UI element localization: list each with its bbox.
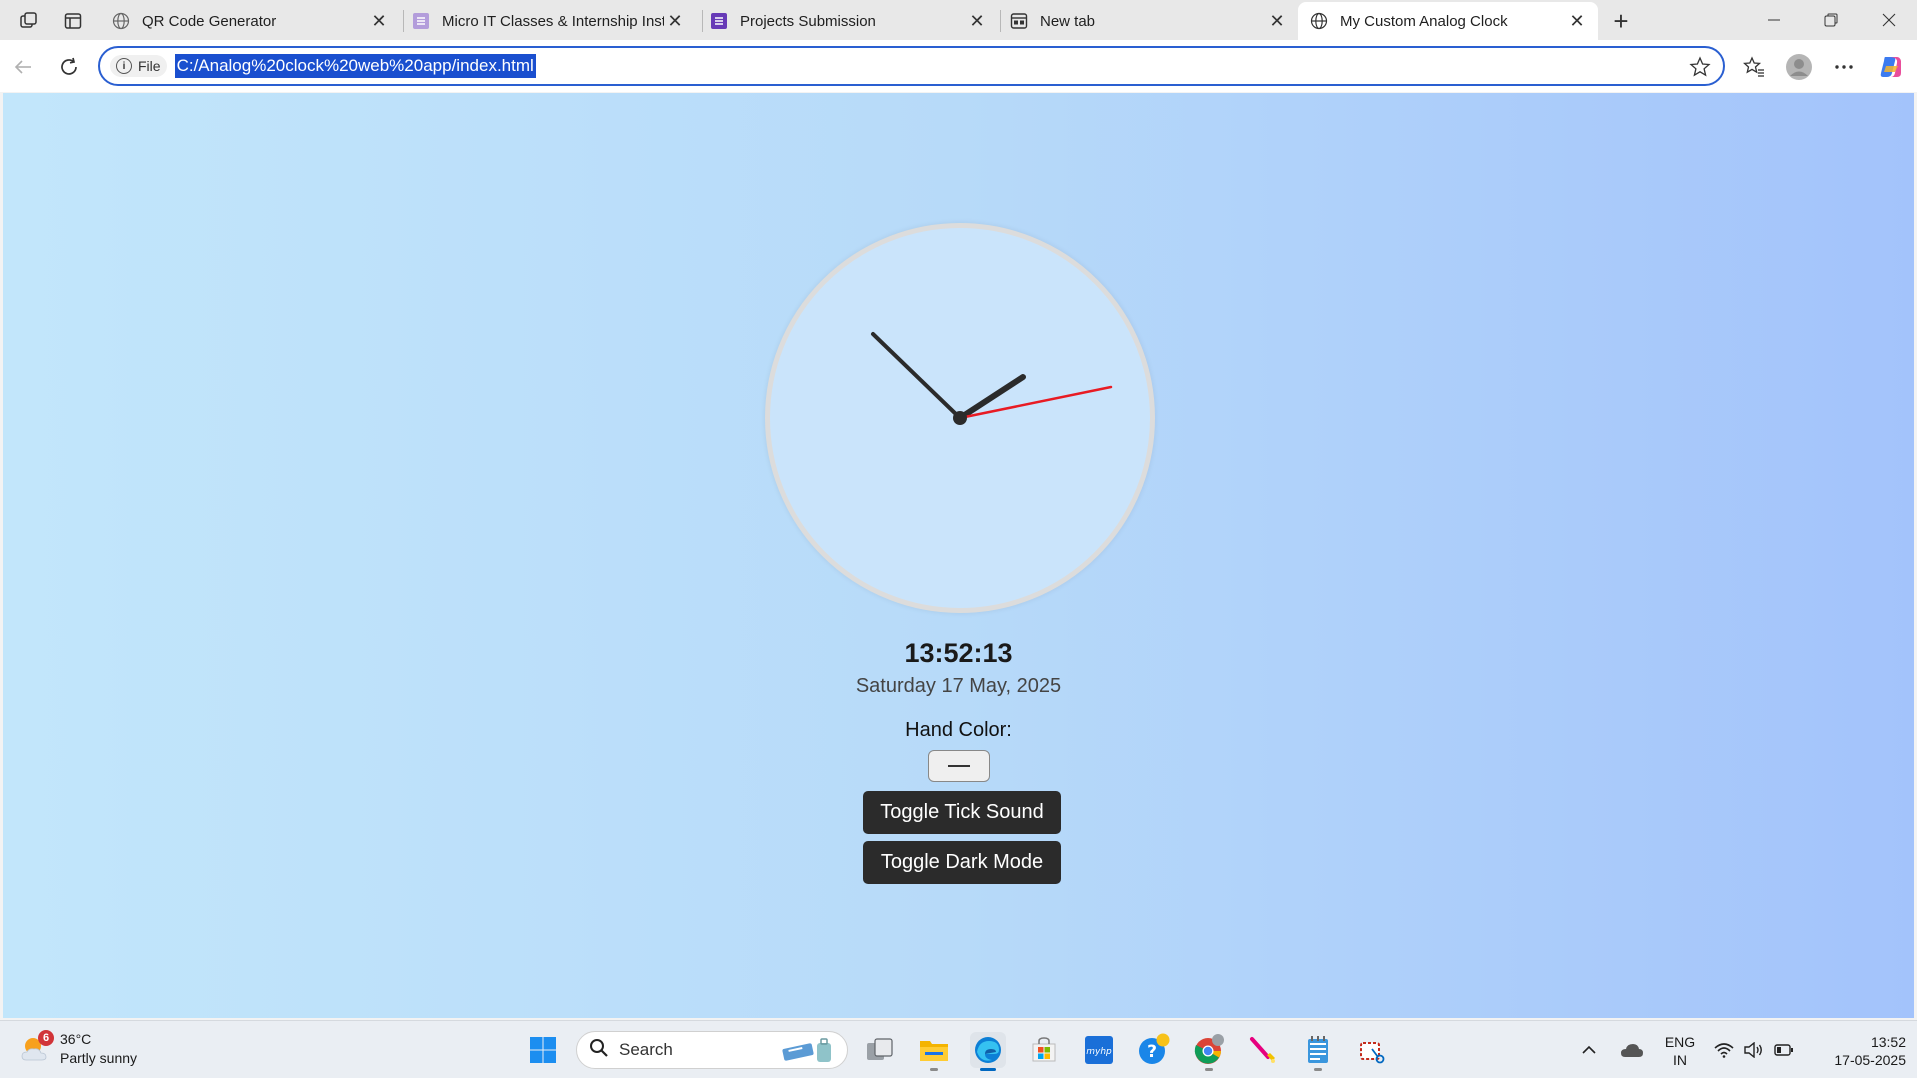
date-text: Saturday 17 May, 2025: [855, 675, 1062, 697]
close-icon[interactable]: ✕: [1566, 10, 1588, 32]
system-clock[interactable]: 13:52 17-05-2025: [1810, 1033, 1906, 1069]
task-view-icon[interactable]: [862, 1032, 898, 1068]
tab-strip: QR Code Generator ✕ Micro IT Classes & I…: [0, 0, 1917, 40]
chrome-icon[interactable]: [1191, 1032, 1227, 1071]
new-tab-page-icon: [1010, 12, 1028, 30]
analog-clock-face: [765, 223, 1155, 613]
battery-icon[interactable]: [1770, 1032, 1798, 1068]
tab-label: Micro IT Classes & Internship Inst: [442, 12, 664, 30]
info-icon: i: [116, 58, 132, 74]
hand-color-label: Hand Color:: [905, 719, 1012, 741]
tab-label: QR Code Generator: [142, 12, 277, 30]
hand-color-picker[interactable]: [928, 750, 990, 782]
windows-start-icon[interactable]: [525, 1032, 561, 1068]
minimize-icon[interactable]: [1746, 0, 1802, 40]
region-code: IN: [1673, 1052, 1687, 1068]
svg-text:myhp: myhp: [1086, 1047, 1112, 1057]
forms-icon: [710, 12, 728, 30]
toggle-dark-mode-button[interactable]: Toggle Dark Mode: [863, 841, 1061, 884]
tab-projects-submission[interactable]: Projects Submission ✕: [698, 2, 998, 40]
color-swatch: [948, 765, 970, 767]
site-info-chip[interactable]: i File: [110, 55, 167, 77]
minute-hand: [871, 332, 962, 420]
taskbar-search-box[interactable]: Search: [576, 1031, 848, 1069]
restore-icon[interactable]: [1803, 0, 1859, 40]
tab-label: New tab: [1040, 12, 1096, 30]
vertical-tabs-icon[interactable]: [60, 8, 86, 34]
myhp-icon[interactable]: myhp: [1081, 1032, 1117, 1068]
forms-icon: [412, 12, 430, 30]
weather-temperature: 36°C: [60, 1031, 92, 1047]
input-language[interactable]: ENG IN: [1660, 1033, 1700, 1069]
windows-taskbar: 6 36°C Partly sunny Search myhp ? ENG IN…: [0, 1020, 1917, 1078]
new-tab-button[interactable]: +: [1606, 6, 1636, 36]
weather-badge: 6: [38, 1030, 54, 1046]
paint-brush-icon[interactable]: [1245, 1032, 1281, 1068]
close-icon[interactable]: ✕: [1266, 10, 1288, 32]
favorites-icon[interactable]: [1739, 52, 1769, 82]
language-code: ENG: [1664, 1034, 1696, 1050]
site-info-label: File: [138, 58, 161, 74]
browser-toolbar: i File C:/Analog%20clock%20web%20app/ind…: [0, 40, 1917, 92]
tab-label: Projects Submission: [740, 12, 876, 30]
volume-speaker-icon[interactable]: [1740, 1032, 1768, 1068]
back-arrow-icon[interactable]: [8, 52, 38, 82]
onedrive-cloud-icon[interactable]: [1614, 1032, 1650, 1068]
more-options-icon[interactable]: [1829, 52, 1859, 82]
profile-avatar-icon[interactable]: [1784, 52, 1814, 82]
page-content: 13:52:13 Saturday 17 May, 2025 Hand Colo…: [3, 93, 1914, 1018]
close-icon[interactable]: ✕: [664, 10, 686, 32]
svg-text:?: ?: [1147, 1042, 1157, 1062]
weather-partly-sunny-icon: 6: [20, 1030, 54, 1064]
tab-label: My Custom Analog Clock: [1340, 12, 1508, 30]
search-label: Search: [619, 1040, 673, 1059]
digital-time: 13:52:13: [904, 638, 1013, 668]
refresh-icon[interactable]: [54, 52, 84, 82]
workspaces-icon[interactable]: [16, 8, 42, 34]
search-icon: [589, 1038, 609, 1063]
weather-widget[interactable]: 6 36°C Partly sunny: [20, 1030, 137, 1068]
favorite-star-icon[interactable]: [1689, 56, 1711, 83]
wifi-icon[interactable]: [1710, 1032, 1738, 1068]
close-icon[interactable]: ✕: [966, 10, 988, 32]
system-date: 17-05-2025: [1834, 1052, 1906, 1068]
tab-qr-code-generator[interactable]: QR Code Generator ✕: [100, 2, 400, 40]
close-icon[interactable]: ✕: [368, 10, 390, 32]
clock-hands-svg: [871, 332, 1113, 425]
microsoft-store-icon[interactable]: [1026, 1032, 1062, 1068]
toggle-tick-sound-button[interactable]: Toggle Tick Sound: [863, 791, 1061, 834]
snipping-tool-icon[interactable]: [1355, 1032, 1391, 1068]
globe-icon: [1310, 12, 1328, 30]
tab-micro-it-classes[interactable]: Micro IT Classes & Internship Inst ✕: [400, 2, 696, 40]
url-text[interactable]: C:/Analog%20clock%20web%20app/index.html: [174, 54, 536, 78]
file-explorer-icon[interactable]: [916, 1032, 952, 1071]
globe-icon: [112, 12, 130, 30]
tab-new-tab[interactable]: New tab ✕: [998, 2, 1298, 40]
system-time: 13:52: [1870, 1034, 1906, 1050]
show-hidden-icons-chevron-icon[interactable]: [1574, 1032, 1604, 1068]
notepad-icon[interactable]: [1300, 1032, 1336, 1071]
clock-center-pin: [953, 411, 967, 425]
search-highlight-travel-icon: [781, 1038, 837, 1069]
address-bar[interactable]: i File C:/Analog%20clock%20web%20app/ind…: [98, 46, 1725, 86]
close-window-icon[interactable]: [1861, 0, 1917, 40]
edge-browser-icon[interactable]: [970, 1032, 1006, 1071]
copilot-icon[interactable]: [1876, 52, 1906, 82]
weather-description: Partly sunny: [60, 1050, 138, 1066]
get-help-icon[interactable]: ?: [1136, 1032, 1172, 1068]
tab-my-custom-analog-clock[interactable]: My Custom Analog Clock ✕: [1298, 2, 1598, 40]
